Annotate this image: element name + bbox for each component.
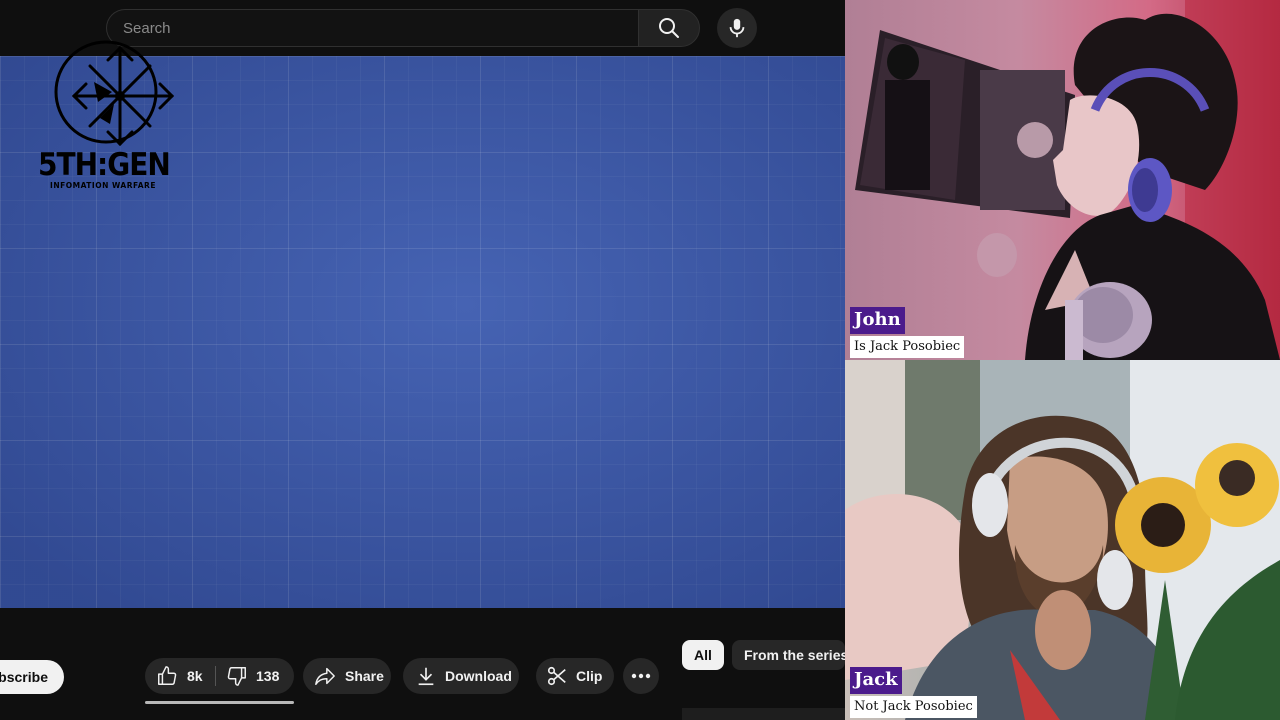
webcam-caption: Not Jack Posobiec xyxy=(850,696,977,718)
channel-logo-subtext: INFOMATION WARFARE xyxy=(50,181,156,190)
more-actions-button[interactable] xyxy=(623,658,659,694)
download-button[interactable]: Download xyxy=(403,658,519,694)
download-icon xyxy=(418,667,434,686)
chip-all-label: All xyxy=(694,647,712,663)
like-dislike-group: 8k 138 xyxy=(145,658,294,694)
search-button[interactable] xyxy=(638,9,700,47)
clip-label: Clip xyxy=(576,668,603,684)
thumbs-down-icon xyxy=(227,667,246,686)
subscribe-button[interactable]: Subscribe xyxy=(0,660,64,694)
scissors-icon xyxy=(547,666,566,686)
related-video-thumbnail[interactable] xyxy=(682,708,845,720)
dislike-button[interactable]: 138 xyxy=(216,658,294,694)
webcam-caption: Is Jack Posobiec xyxy=(850,336,965,358)
share-button[interactable]: Share xyxy=(303,658,391,694)
like-button[interactable]: 8k xyxy=(145,658,215,694)
dislike-count: 138 xyxy=(256,668,280,684)
chip-series-label: From the series xyxy=(744,647,845,663)
webcam-john: John Is Jack Posobiec xyxy=(845,0,1280,360)
chaos-star-compass-logo xyxy=(54,40,175,147)
search-icon xyxy=(659,18,679,38)
video-actions-bar: Subscribe 8k 138 Share xyxy=(0,655,670,697)
share-arrow-icon xyxy=(315,667,335,685)
voice-search-button[interactable] xyxy=(717,8,757,48)
screen-share-panel: Search 5TH:GEN INFOMATION WARFARE bscrib… xyxy=(0,0,845,720)
chip-all[interactable]: All xyxy=(682,640,724,670)
search-placeholder: Search xyxy=(123,20,171,37)
more-horizontal-icon xyxy=(631,673,651,679)
channel-logo-text: 5TH:GEN xyxy=(38,146,171,183)
webcam-jack: Jack Not Jack Posobiec xyxy=(845,360,1280,720)
webcam-name-tag: Jack xyxy=(850,667,902,694)
like-highlight-bar xyxy=(145,701,294,704)
microphone-icon xyxy=(729,18,745,38)
webcam-jack-scene xyxy=(845,360,1280,720)
subscribe-label: Subscribe xyxy=(0,669,48,685)
webcam-name-tag: John xyxy=(850,307,905,334)
chip-from-the-series[interactable]: From the series xyxy=(732,640,845,670)
share-label: Share xyxy=(345,668,384,684)
like-count: 8k xyxy=(187,668,203,684)
thumbs-up-icon xyxy=(158,666,177,685)
channel-logo: 5TH:GEN INFOMATION WARFARE xyxy=(38,40,178,195)
download-label: Download xyxy=(445,668,512,684)
search-input[interactable]: Search xyxy=(106,9,638,47)
clip-button[interactable]: Clip xyxy=(536,658,614,694)
webcam-john-scene xyxy=(855,0,1280,360)
